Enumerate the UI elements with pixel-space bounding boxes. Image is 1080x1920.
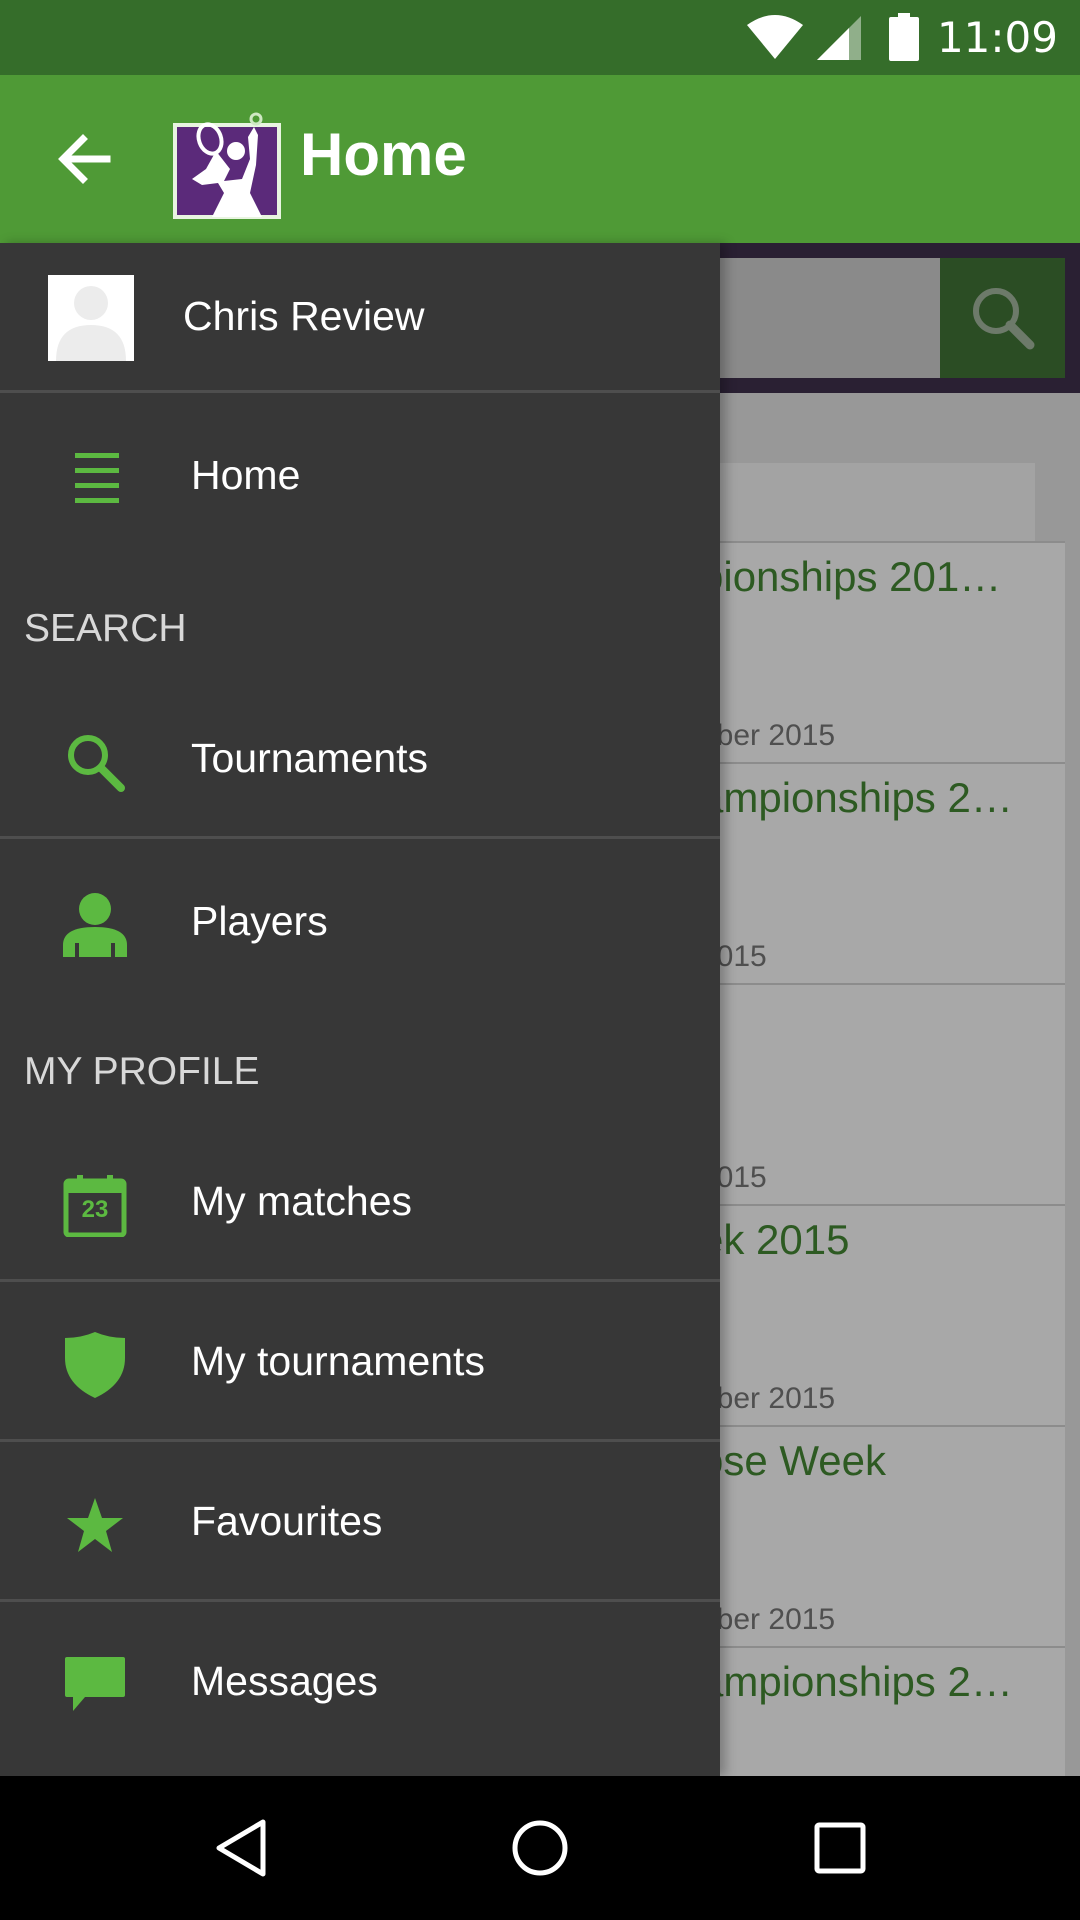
tournament-card: pionships 201… nber 2015 [700,541,1065,762]
wifi-icon [746,15,803,59]
status-time: 11:09 [936,12,1058,62]
shield-icon [60,1330,130,1400]
drawer-item-messages[interactable]: Messages [0,1602,720,1762]
search-button [940,258,1065,378]
drawer-item-tournaments[interactable]: Tournaments [0,679,720,839]
drawer-item-label: My matches [191,1178,412,1224]
toolbar-title: Home [300,121,467,188]
drawer-item-favourites[interactable]: Favourites [0,1442,720,1602]
tournament-card: ek 2015 nber 2015 [700,1204,1065,1425]
battery-icon [888,13,919,61]
user-placeholder-icon [56,286,126,361]
calendar-day: 23 [81,1196,109,1223]
tournament-card: 2015 [700,983,1065,1204]
star-icon [60,1490,130,1560]
message-icon [60,1650,130,1720]
calendar-icon: 23 [60,1170,130,1240]
drawer-item-my-tournaments[interactable]: My tournaments [0,1282,720,1442]
tournament-card: ampionships 2… 2015 [700,762,1065,983]
drawer-item-home[interactable]: Home [0,396,720,556]
drawer-item-label: Favourites [191,1498,383,1544]
drawer-item-players[interactable]: Players [0,842,720,1002]
tournament-card: ose Week nber 2015 [700,1425,1065,1646]
circle-home-icon [512,1820,568,1876]
drawer-item-label: My tournaments [191,1338,485,1384]
drawer-profile-header[interactable]: Chris Review [0,243,720,393]
section-header-search: SEARCH [24,607,187,650]
signal-icon [816,16,861,60]
person-icon [60,890,130,960]
list-icon [60,444,130,514]
drawer-item-label: Tournaments [191,735,429,781]
arrow-back-icon [58,134,111,184]
nav-recents-button[interactable] [800,1808,880,1888]
status-icons: 11:09 [746,12,1058,62]
section-header-my-profile: MY PROFILE [24,1050,260,1093]
navigation-drawer: Chris Review Home SEARCH Tournaments Pla… [0,243,720,1776]
drawer-item-label: Players [191,898,328,944]
search-icon [60,727,130,797]
back-button[interactable] [40,115,128,203]
avatar [48,275,134,361]
status-bar: 11:09 [0,0,1080,75]
search-icon [972,288,1034,350]
list-header [700,463,1035,541]
square-recents-icon [814,1822,866,1874]
triangle-back-icon [216,1819,266,1877]
drawer-item-my-matches[interactable]: 23 My matches [0,1122,720,1282]
drawer-item-label: Messages [191,1658,378,1704]
app-logo [173,112,281,219]
app-toolbar: Home [0,75,1080,243]
nav-back-button[interactable] [200,1808,280,1888]
user-name: Chris Review [183,293,425,339]
drawer-item-label: Home [191,452,301,498]
tournament-card: ampionships 2… [700,1646,1065,1776]
nav-home-button[interactable] [500,1808,580,1888]
system-nav-bar [0,1776,1080,1920]
